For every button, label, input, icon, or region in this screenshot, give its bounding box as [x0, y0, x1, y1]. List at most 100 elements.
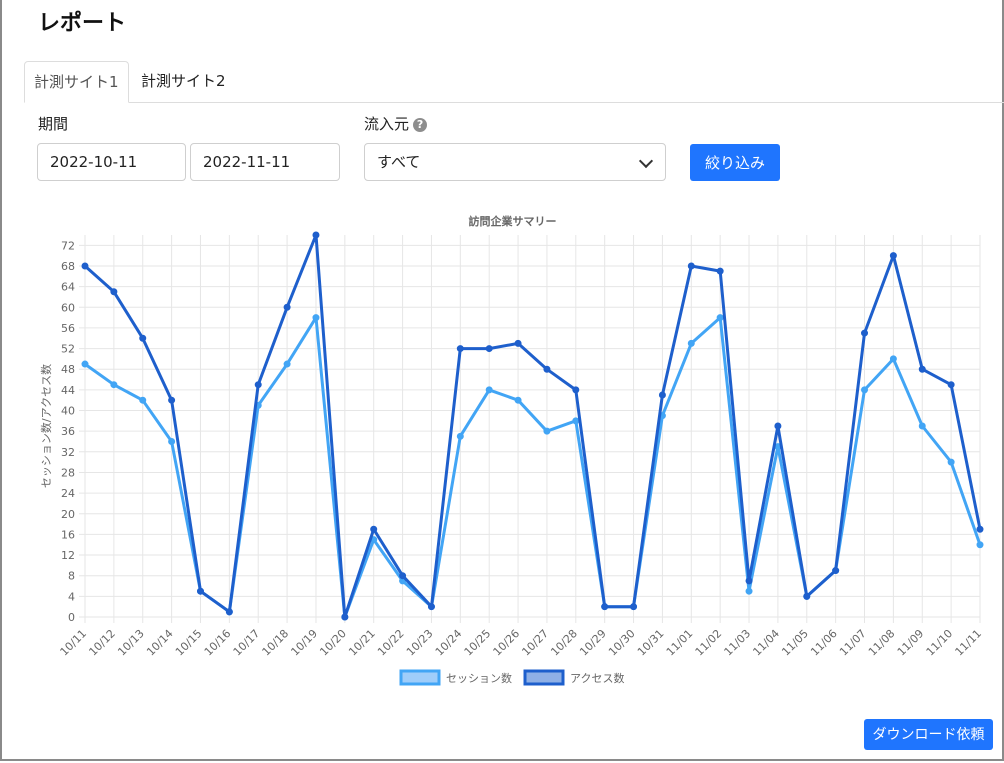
data-point-session	[687, 339, 695, 347]
data-point-access	[774, 422, 782, 430]
chart-title: 訪問企業サマリー	[469, 214, 557, 228]
data-point-access	[81, 262, 89, 270]
page-title: レポート	[38, 11, 127, 36]
data-point-session	[889, 355, 897, 363]
x-tick-label: 10/28	[548, 627, 580, 659]
x-tick-label: 11/11	[953, 627, 985, 659]
start-date-input[interactable]: 2022-10-11	[37, 143, 186, 181]
x-tick-label: 10/16	[202, 627, 234, 659]
data-point-session	[81, 360, 89, 368]
data-point-access	[803, 592, 811, 600]
data-point-session	[110, 381, 118, 389]
filter-button[interactable]: 絞り込み	[690, 144, 780, 181]
x-tick-label: 10/31	[635, 627, 667, 659]
y-tick-label: 12	[61, 549, 75, 562]
data-point-access	[976, 525, 984, 533]
y-tick-label: 52	[61, 343, 75, 356]
source-label-group: 流入元?	[364, 113, 428, 134]
data-point-access	[283, 303, 291, 311]
data-point-session	[456, 432, 464, 440]
x-tick-label: 10/30	[606, 627, 638, 659]
data-point-access	[543, 365, 551, 373]
x-tick-label: 10/25	[462, 627, 494, 659]
data-point-access	[918, 365, 926, 373]
data-point-access	[630, 603, 638, 611]
legend-swatch-session[interactable]	[399, 669, 441, 686]
data-point-session	[745, 587, 753, 595]
data-point-access	[687, 262, 695, 270]
data-point-session	[543, 427, 551, 435]
data-point-session	[947, 458, 955, 466]
x-tick-label: 10/19	[288, 627, 320, 659]
data-point-session	[572, 417, 580, 425]
data-point-session	[514, 396, 522, 404]
data-point-access	[110, 288, 118, 296]
y-tick-label: 56	[61, 322, 75, 335]
data-point-access	[370, 525, 378, 533]
x-tick-label: 10/27	[519, 627, 551, 659]
data-point-session	[716, 314, 724, 322]
data-point-access	[947, 381, 955, 389]
y-tick-label: 72	[61, 239, 75, 252]
y-tick-label: 4	[68, 590, 75, 603]
y-tick-label: 36	[61, 425, 75, 438]
x-tick-label: 10/21	[346, 627, 378, 659]
tab-site-1[interactable]: 計測サイト1	[24, 61, 129, 103]
data-point-access	[168, 396, 176, 404]
data-point-access	[399, 572, 407, 580]
data-point-access	[312, 231, 320, 239]
data-point-access	[456, 345, 464, 353]
y-tick-label: 48	[61, 363, 75, 376]
x-tick-label: 10/20	[317, 627, 349, 659]
y-tick-label: 40	[61, 405, 75, 418]
data-point-access	[716, 267, 724, 275]
download-request-button[interactable]: ダウンロード依頼	[864, 719, 993, 750]
end-date-input[interactable]: 2022-11-11	[190, 143, 340, 181]
x-tick-label: 11/04	[750, 627, 782, 659]
data-point-access	[572, 386, 580, 394]
data-point-session	[312, 314, 320, 322]
legend-label-access[interactable]: アクセス数	[570, 672, 624, 685]
site-tabs: 計測サイト1 計測サイト2	[24, 61, 1004, 103]
legend-label-session[interactable]: セッション数	[446, 672, 512, 685]
data-point-access	[254, 381, 262, 389]
data-point-session	[861, 386, 869, 394]
y-tick-label: 24	[61, 487, 75, 500]
data-point-access	[658, 391, 666, 399]
x-tick-label: 11/03	[722, 627, 754, 659]
data-point-access	[861, 329, 869, 337]
y-tick-label: 28	[61, 466, 75, 479]
data-point-access	[832, 567, 840, 575]
tab-site-2[interactable]: 計測サイト2	[132, 61, 235, 102]
x-tick-label: 10/24	[433, 627, 465, 659]
x-tick-label: 11/09	[895, 627, 927, 659]
x-tick-label: 11/08	[866, 627, 898, 659]
data-point-session	[139, 396, 147, 404]
y-tick-label: 16	[61, 528, 75, 541]
period-label: 期間	[38, 115, 69, 133]
source-select-value: すべて	[377, 153, 421, 171]
x-tick-label: 10/15	[173, 627, 205, 659]
data-point-access	[601, 603, 609, 611]
data-point-session	[168, 437, 176, 445]
summary-chart: 訪問企業サマリー04812162024283236404448525660646…	[40, 214, 985, 686]
x-tick-label: 11/07	[837, 627, 869, 659]
x-tick-label: 10/17	[231, 627, 263, 659]
x-tick-label: 11/10	[924, 627, 956, 659]
data-point-access	[485, 345, 493, 353]
x-tick-label: 10/23	[404, 627, 436, 659]
y-tick-label: 20	[61, 508, 75, 521]
y-axis-label: セッション数/アクセス数	[40, 364, 53, 488]
question-circle-icon[interactable]: ?	[413, 118, 428, 132]
series-line-session	[84, 316, 982, 619]
y-tick-label: 60	[61, 301, 75, 314]
source-select[interactable]: すべて	[364, 143, 666, 181]
data-point-access	[196, 587, 204, 595]
data-point-session	[976, 541, 984, 549]
source-label: 流入元	[364, 115, 410, 133]
data-point-access	[889, 252, 897, 260]
chevron-down-icon	[638, 153, 654, 169]
y-tick-label: 0	[68, 611, 75, 624]
series-line-access	[84, 233, 982, 619]
legend-swatch-access[interactable]	[523, 669, 565, 686]
